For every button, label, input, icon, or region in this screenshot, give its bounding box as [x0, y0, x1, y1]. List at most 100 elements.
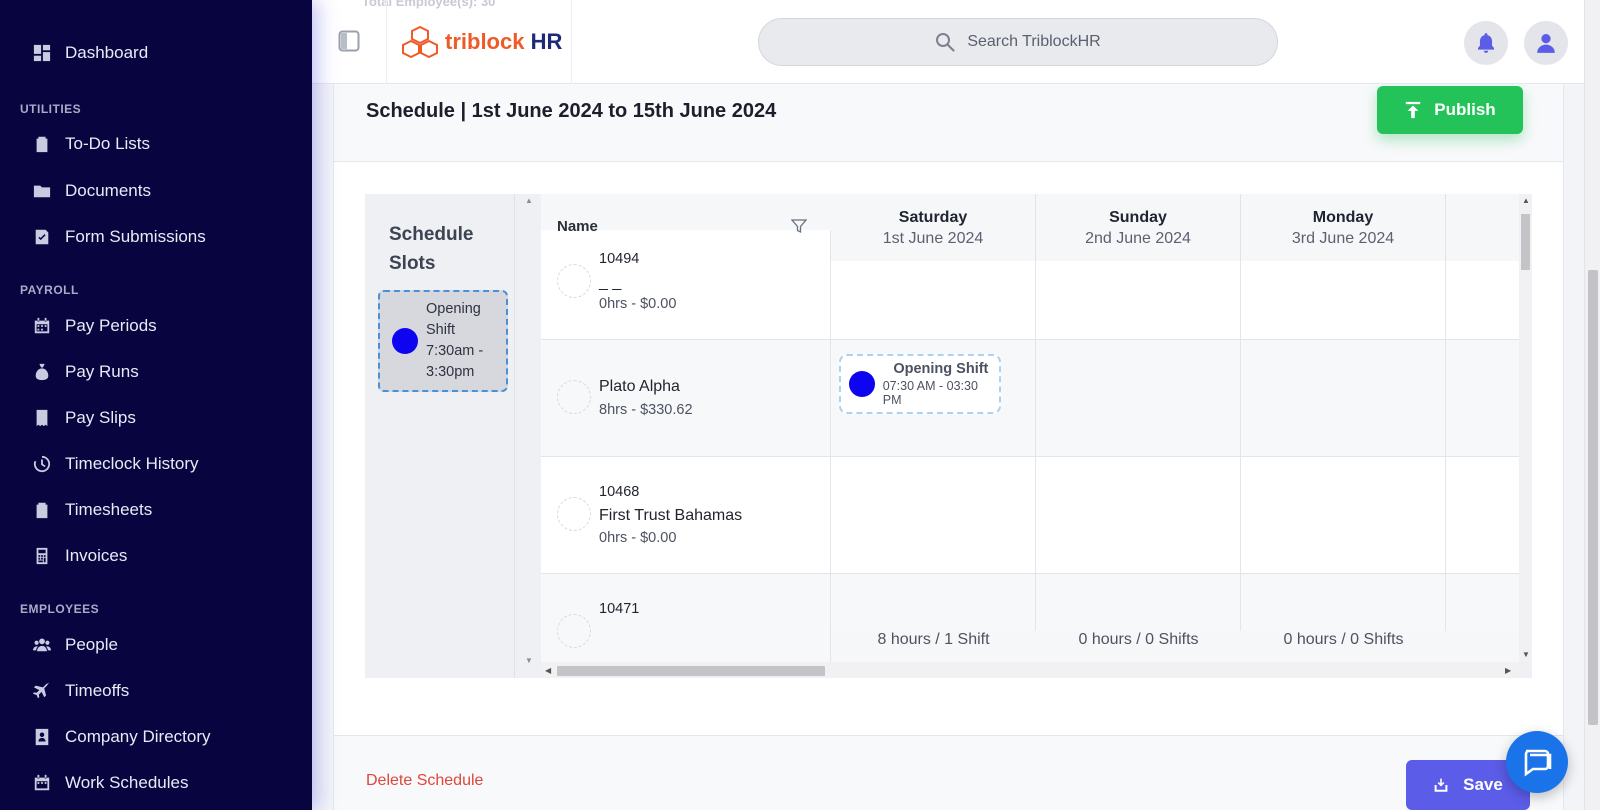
- employee-name: _ _: [599, 274, 622, 291]
- sidebar-item-timesheets[interactable]: Timesheets: [32, 497, 152, 523]
- employee-row-10471[interactable]: 10471: [541, 574, 831, 662]
- day-cell[interactable]: [1036, 457, 1241, 573]
- sidebar-section-employees: EMPLOYEES: [20, 602, 100, 616]
- sidebar-item-timeoffs[interactable]: Timeoffs: [32, 678, 129, 704]
- filter-icon[interactable]: [791, 218, 807, 234]
- schedule-slots-panel: Schedule Slots Opening Shift 7:30am - 3:…: [365, 194, 515, 678]
- sidebar-item-company-directory[interactable]: Company Directory: [32, 724, 211, 750]
- scroll-up-icon[interactable]: ▲: [525, 196, 533, 205]
- day-cell[interactable]: [1241, 261, 1446, 339]
- schedule-title: Schedule | 1st June 2024 to 15th June 20…: [366, 100, 777, 122]
- day-cell[interactable]: [1241, 457, 1446, 573]
- chat-icon: [1524, 749, 1552, 777]
- day-cell[interactable]: Opening Shift 07:30 AM - 03:30 PM: [831, 340, 1036, 456]
- sidebar-item-label: Form Submissions: [65, 227, 206, 246]
- schedule-board: Schedule Slots Opening Shift 7:30am - 3:…: [365, 194, 1532, 678]
- people-icon: [32, 635, 52, 655]
- publish-button[interactable]: Publish: [1377, 86, 1523, 134]
- sidebar-item-label: Company Directory: [65, 727, 211, 746]
- sidebar-item-label: People: [65, 635, 118, 654]
- sidebar-item-label: Timeclock History: [65, 454, 199, 473]
- save-icon: [1434, 778, 1448, 792]
- day-total-tuesday: 0 h: [1446, 631, 1519, 662]
- day-cell[interactable]: [1446, 457, 1519, 573]
- schedule-slots-title: Schedule Slots: [389, 224, 474, 274]
- search-placeholder: Search TriblockHR: [967, 33, 1101, 50]
- day-cell[interactable]: [1036, 261, 1241, 339]
- grid-horizontal-scrollbar[interactable]: ◀ ▶: [541, 662, 1519, 678]
- profile-button[interactable]: [1524, 21, 1568, 65]
- scroll-down-icon[interactable]: ▼: [1522, 650, 1530, 659]
- sidebar-section-utilities: UTILITIES: [20, 102, 82, 116]
- employee-row-plato-alpha[interactable]: Plato Alpha 8hrs - $330.62: [541, 340, 831, 456]
- slot-color-dot: [392, 328, 418, 354]
- sidebar-item-pay-slips[interactable]: Pay Slips: [32, 405, 136, 431]
- sidebar-item-label: To-Do Lists: [65, 134, 151, 153]
- avatar: [557, 264, 591, 298]
- top-header: Total Employee(s): 30 triblock HR Search…: [312, 0, 1584, 84]
- day-cell[interactable]: [1241, 340, 1446, 456]
- sidebar-item-invoices[interactable]: Invoices: [32, 543, 127, 569]
- shift-name: Opening Shift: [893, 361, 989, 377]
- column-header-tuesday: 4: [1446, 194, 1519, 261]
- day-cell[interactable]: [1446, 261, 1519, 339]
- employee-hours: 0hrs - $0.00: [599, 296, 677, 312]
- upload-icon: [1406, 101, 1421, 119]
- sidebar-section-payroll: PAYROLL: [20, 283, 79, 297]
- sidebar-item-documents[interactable]: Documents: [32, 178, 151, 204]
- sidebar: Dashboard UTILITIES To-Do Lists Document…: [0, 0, 312, 810]
- day-cell[interactable]: [831, 261, 1036, 339]
- sidebar-item-work-schedules[interactable]: Work Schedules: [32, 770, 188, 796]
- sidebar-item-pay-periods[interactable]: Pay Periods: [32, 313, 157, 339]
- employee-id: 10494: [599, 251, 640, 267]
- money-bag-icon: [32, 362, 52, 382]
- clipboard-icon: [32, 500, 52, 520]
- sidebar-item-pay-runs[interactable]: Pay Runs: [32, 359, 139, 385]
- opening-shift-slot[interactable]: Opening Shift 7:30am - 3:30pm: [378, 290, 508, 392]
- card-header: Schedule | 1st June 2024 to 15th June 20…: [334, 84, 1563, 162]
- plane-icon: [32, 681, 52, 701]
- day-cell[interactable]: [1036, 340, 1241, 456]
- logo[interactable]: triblock HR: [386, 0, 572, 84]
- employee-row-10468[interactable]: 10468 First Trust Bahamas 0hrs - $0.00: [541, 457, 831, 573]
- delete-schedule-link[interactable]: Delete Schedule: [366, 772, 483, 790]
- chat-support-button[interactable]: [1506, 731, 1568, 793]
- page-scrollbar[interactable]: [1584, 0, 1600, 810]
- sidebar-item-form-submissions[interactable]: Form Submissions: [32, 224, 206, 250]
- grid-vertical-scrollbar[interactable]: ▲ ▼: [1519, 194, 1532, 662]
- notifications-button[interactable]: [1464, 21, 1508, 65]
- sidebar-item-people[interactable]: People: [32, 632, 118, 658]
- bell-icon: [1477, 33, 1495, 53]
- column-header-monday: Monday 3rd June 2024: [1241, 194, 1446, 261]
- user-icon: [1537, 33, 1555, 53]
- sidebar-item-label: Work Schedules: [65, 773, 189, 792]
- slots-scrollbar[interactable]: ▲ ▼: [523, 194, 535, 678]
- day-cell[interactable]: [831, 457, 1036, 573]
- employee-row-10494[interactable]: 10494 _ _ 0hrs - $0.00: [541, 224, 831, 339]
- employee-name: First Trust Bahamas: [599, 507, 743, 524]
- logo-cubes-icon: [402, 25, 438, 59]
- shift-chip-opening[interactable]: Opening Shift 07:30 AM - 03:30 PM: [839, 354, 1001, 414]
- employee-hours: 8hrs - $330.62: [599, 402, 693, 418]
- invoice-icon: [32, 546, 52, 566]
- sidebar-item-label: Timesheets: [65, 500, 153, 519]
- day-total-sunday: 0 hours / 0 Shifts: [1036, 631, 1241, 662]
- check-form-icon: [32, 227, 52, 247]
- day-cell[interactable]: [1446, 340, 1519, 456]
- calendar-icon: [32, 316, 52, 336]
- sidebar-toggle-icon[interactable]: [338, 30, 360, 52]
- scroll-down-icon[interactable]: ▼: [525, 656, 533, 665]
- sidebar-item-timeclock-history[interactable]: Timeclock History: [32, 451, 199, 477]
- scroll-left-icon[interactable]: ◀: [545, 666, 551, 675]
- sidebar-item-todo-lists[interactable]: To-Do Lists: [32, 131, 150, 157]
- search-input[interactable]: Search TriblockHR: [758, 18, 1278, 66]
- employee-id: 10471: [599, 601, 640, 617]
- employee-name: Plato Alpha: [599, 378, 680, 395]
- clipboard-icon: [32, 134, 52, 154]
- sidebar-item-dashboard[interactable]: Dashboard: [32, 40, 148, 66]
- avatar: [557, 614, 591, 648]
- scroll-right-icon[interactable]: ▶: [1505, 666, 1511, 675]
- shift-time: 07:30 AM - 03:30 PM: [882, 379, 978, 407]
- logo-text: triblock HR: [445, 29, 563, 54]
- scroll-up-icon[interactable]: ▲: [1522, 196, 1530, 205]
